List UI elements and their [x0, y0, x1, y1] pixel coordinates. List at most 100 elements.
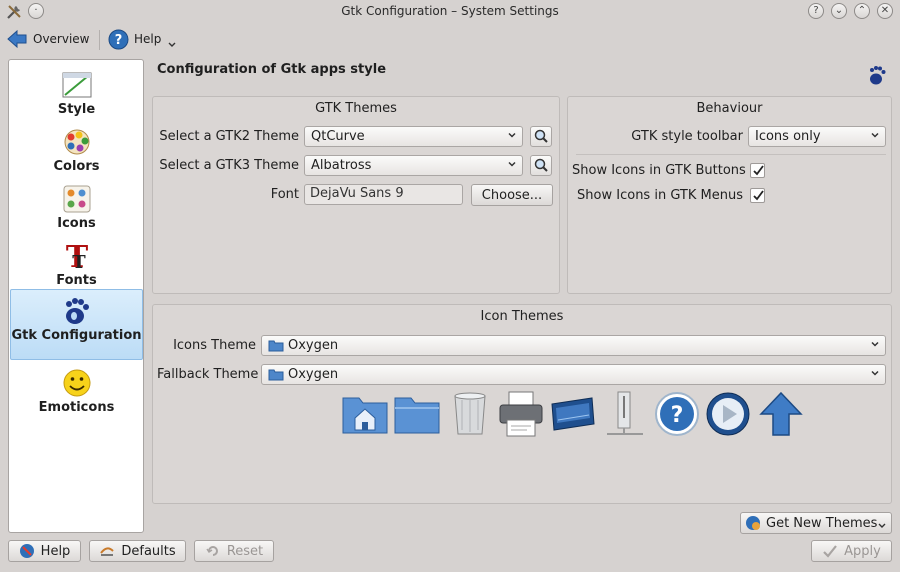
toolbar: Overview ? Help	[0, 24, 900, 54]
gtk2-preview-button[interactable]	[530, 126, 552, 147]
folder-icon	[394, 397, 440, 434]
gtk3-theme-label: Select a GTK3 Theme	[159, 158, 299, 173]
style-icon	[62, 72, 91, 98]
back-arrow-icon	[7, 29, 27, 49]
sidebar-item-label: Emoticons	[38, 400, 115, 415]
help-menu-button[interactable]: ? Help	[108, 26, 177, 52]
maximize-button[interactable]: ⌃	[854, 3, 870, 19]
get-hot-new-stuff-icon	[746, 516, 760, 530]
help-icon	[19, 544, 34, 558]
emoticon-icon	[63, 369, 90, 397]
gtk2-theme-select[interactable]: QtCurve	[304, 126, 523, 147]
trash-icon	[454, 392, 486, 435]
sidebar-item-label: Colors	[53, 159, 100, 174]
media-play-icon	[706, 392, 750, 436]
gtk3-preview-button[interactable]	[530, 155, 552, 176]
font-field[interactable]: DejaVu Sans 9	[304, 184, 463, 205]
close-button[interactable]: ✕	[877, 3, 893, 19]
help-icon: ?	[655, 392, 699, 436]
chevron-down-icon	[508, 132, 516, 138]
gtk2-theme-label: Select a GTK2 Theme	[159, 129, 299, 144]
sidebar-item-label: Gtk Configuration	[11, 328, 142, 343]
gtk-style-toolbar-select[interactable]: Icons only	[748, 126, 886, 147]
defaults-button[interactable]: Defaults	[89, 540, 186, 562]
sidebar-item-gtk-configuration[interactable]: Gtk Configuration	[10, 289, 143, 360]
toolbar-separator	[99, 30, 100, 50]
up-arrow-icon	[759, 391, 803, 436]
svg-text:T: T	[72, 252, 86, 271]
choose-font-button[interactable]: Choose...	[471, 184, 553, 206]
apply-label: Apply	[844, 543, 881, 559]
context-help-button[interactable]: ?	[808, 3, 824, 19]
gnome-foot-icon	[870, 66, 886, 85]
gtk3-theme-value: Albatross	[311, 158, 372, 173]
group-title: Behaviour	[696, 101, 763, 116]
defaults-label: Defaults	[121, 543, 176, 559]
home-folder-icon	[342, 397, 388, 434]
font-label: Font	[270, 187, 299, 202]
apply-button[interactable]: Apply	[811, 540, 892, 562]
help-label: Help	[40, 543, 71, 559]
chevron-down-icon	[871, 370, 879, 376]
show-icons-menus-label: Show Icons in GTK Menus	[577, 188, 743, 203]
overview-label: Overview	[33, 32, 90, 46]
printer-icon	[499, 391, 543, 437]
title-bar: · Gtk Configuration – System Settings ? …	[0, 0, 900, 23]
checkmark-icon	[753, 165, 764, 176]
group-title: GTK Themes	[315, 101, 397, 116]
behaviour-group: Behaviour GTK style toolbar Icons only S…	[567, 96, 892, 294]
toolbar-value: Icons only	[755, 129, 821, 144]
sidebar-item-style[interactable]: Style	[10, 64, 143, 121]
checkmark-icon	[753, 190, 764, 201]
overview-button[interactable]: Overview	[6, 26, 90, 52]
minimize-button[interactable]: ⌄	[831, 3, 847, 19]
page-title: Configuration of Gtk apps style	[157, 62, 387, 77]
get-new-themes-button[interactable]: Get New Themes	[740, 512, 892, 534]
svg-text:?: ?	[671, 403, 684, 428]
icons-icon	[63, 185, 90, 213]
icons-theme-select[interactable]: Oxygen	[261, 335, 886, 356]
sidebar-item-fonts[interactable]: T T Fonts	[10, 235, 143, 292]
choose-label: Choose...	[481, 187, 543, 203]
checkmark-icon	[823, 545, 837, 558]
gtk-themes-group: GTK Themes Select a GTK2 Theme QtCurve S…	[152, 96, 560, 294]
help-button[interactable]: Help	[8, 540, 81, 562]
defaults-icon	[100, 547, 115, 556]
category-sidebar: Style Colors Icons T T Fonts Gtk Configu…	[8, 59, 144, 533]
fonts-icon: T T	[65, 241, 88, 271]
show-icons-menus-checkbox[interactable]	[750, 188, 765, 203]
scanner-icon	[551, 397, 595, 431]
chevron-down-icon	[871, 341, 879, 347]
window-title: Gtk Configuration – System Settings	[341, 4, 559, 18]
help-icon: ?	[108, 29, 129, 49]
show-icons-buttons-label: Show Icons in GTK Buttons	[572, 163, 746, 178]
magnifier-icon	[534, 129, 548, 143]
folder-icon	[268, 340, 284, 352]
show-icons-buttons-checkbox[interactable]	[750, 163, 765, 178]
chevron-down-icon	[878, 523, 886, 528]
icons-theme-value: Oxygen	[288, 338, 339, 353]
gtk2-theme-value: QtCurve	[311, 129, 365, 144]
magnifier-icon	[534, 158, 548, 172]
reset-label: Reset	[226, 543, 264, 559]
help-label: Help	[134, 32, 162, 46]
sidebar-item-emoticons[interactable]: Emoticons	[10, 362, 143, 419]
reset-button[interactable]: Reset	[194, 540, 274, 562]
separator	[576, 154, 886, 155]
sidebar-item-label: Fonts	[56, 273, 97, 288]
group-title: Icon Themes	[480, 309, 564, 324]
get-new-themes-label: Get New Themes	[766, 515, 878, 531]
svg-text:?: ?	[115, 33, 123, 48]
gtk-style-toolbar-label: GTK style toolbar	[631, 129, 743, 144]
fallback-theme-label: Fallback Theme	[157, 367, 259, 382]
colors-icon	[64, 129, 89, 155]
fallback-theme-select[interactable]: Oxygen	[261, 364, 886, 385]
chevron-down-icon	[508, 161, 516, 167]
sidebar-item-icons[interactable]: Icons	[10, 178, 143, 235]
chevron-down-icon	[168, 42, 176, 47]
sidebar-item-colors[interactable]: Colors	[10, 121, 143, 178]
gtk3-theme-select[interactable]: Albatross	[304, 155, 523, 176]
sidebar-item-label: Icons	[57, 216, 96, 231]
computer-tower-icon	[607, 391, 643, 435]
icons-theme-label: Icons Theme	[173, 338, 256, 353]
